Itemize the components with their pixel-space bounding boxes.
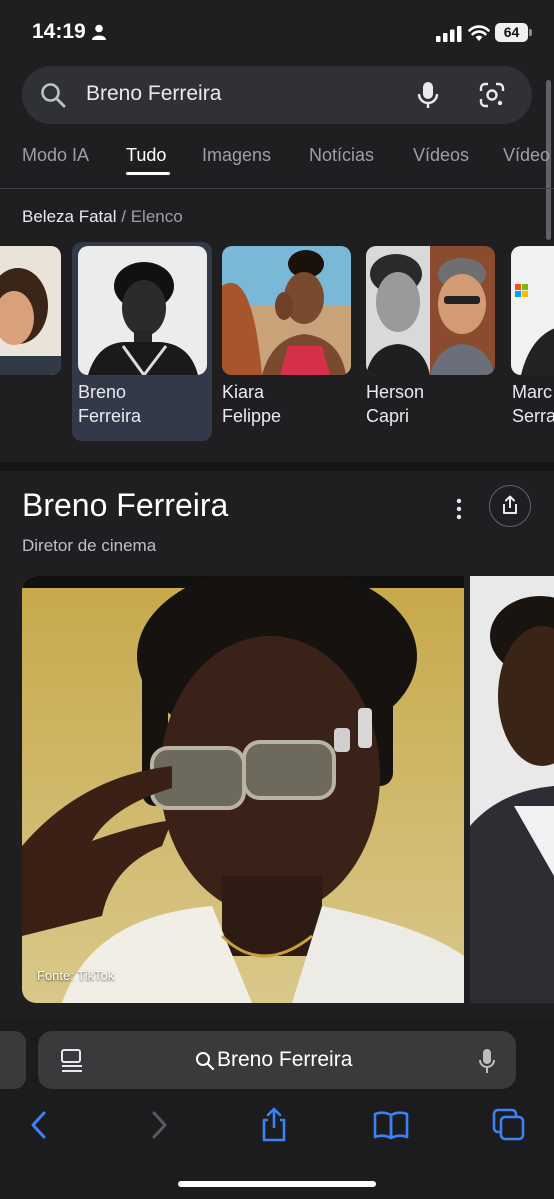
breadcrumb: Beleza Fatal / Elenco: [22, 207, 183, 227]
bookmarks-icon[interactable]: [373, 1110, 409, 1140]
section-separator: [0, 462, 554, 471]
battery-level: 64: [495, 23, 528, 42]
tab-tudo[interactable]: Tudo: [126, 145, 166, 166]
page-menu-icon[interactable]: [60, 1048, 84, 1074]
cast-photo-marc-serra[interactable]: [511, 246, 554, 375]
share-page-icon[interactable]: [259, 1106, 289, 1142]
forward-icon[interactable]: [148, 1110, 170, 1140]
home-indicator: [178, 1181, 376, 1187]
cast-name-breno-ferreira[interactable]: Breno Ferreira: [78, 380, 141, 428]
tab-noticias[interactable]: Notícias: [309, 145, 374, 166]
cast-name-herson-capri[interactable]: Herson Capri: [366, 380, 424, 428]
cast-photo-actor[interactable]: [0, 246, 61, 375]
tabs-icon[interactable]: [492, 1108, 526, 1142]
address-search-icon: [196, 1052, 215, 1071]
secondary-photo[interactable]: [470, 576, 554, 1003]
address-text[interactable]: Breno Ferreira: [217, 1048, 352, 1072]
cast-photo-breno-ferreira[interactable]: [78, 246, 207, 375]
cast-photo-herson-capri[interactable]: [366, 246, 495, 375]
breadcrumb-sub: Elenco: [130, 207, 183, 226]
breadcrumb-separator: /: [121, 207, 126, 226]
share-button[interactable]: [489, 485, 531, 527]
active-tab-indicator: [126, 172, 170, 175]
more-options-icon[interactable]: [445, 495, 473, 523]
tab-videos[interactable]: Vídeos: [413, 145, 469, 166]
knowledge-panel-title: Breno Ferreira: [22, 487, 229, 523]
share-icon: [503, 495, 517, 514]
wifi-icon: [468, 25, 490, 41]
previous-tab-preview[interactable]: [0, 1031, 26, 1089]
google-lens-icon[interactable]: [478, 82, 506, 108]
microphone-icon[interactable]: [416, 81, 440, 109]
back-icon[interactable]: [28, 1110, 50, 1140]
tabs-divider: [0, 188, 554, 189]
knowledge-panel-subtitle: Diretor de cinema: [22, 536, 157, 555]
tab-video-curtos[interactable]: Vídeo: [503, 145, 550, 166]
tab-imagens[interactable]: Imagens: [202, 145, 271, 166]
cast-photo-kiara-felippe[interactable]: [222, 246, 351, 375]
cast-name-kiara-felippe[interactable]: Kiara Felippe: [222, 380, 281, 428]
breadcrumb-main[interactable]: Beleza Fatal: [22, 207, 117, 226]
voice-search-icon[interactable]: [478, 1048, 496, 1074]
status-time: 14:19: [32, 20, 86, 43]
main-photo[interactable]: [22, 576, 464, 1003]
tab-modo-ia[interactable]: Modo IA: [22, 145, 89, 166]
photo-source-label: Fonte: TikTok: [37, 968, 115, 983]
cast-name-marc-serra[interactable]: Marc Serra: [512, 380, 554, 428]
cellular-signal-icon: [436, 26, 462, 42]
battery-tip: [529, 29, 532, 36]
search-input[interactable]: Breno Ferreira: [86, 82, 221, 106]
person-icon: [92, 24, 106, 40]
search-icon: [41, 83, 66, 108]
